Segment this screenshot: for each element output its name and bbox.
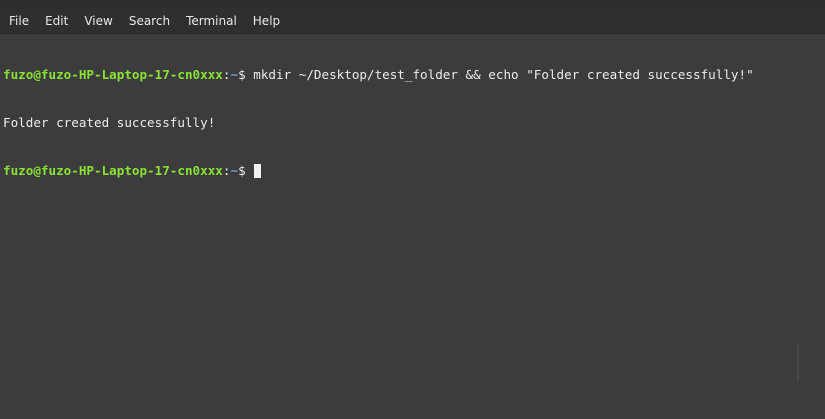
scrollbar[interactable] — [797, 345, 799, 381]
prompt-colon: : — [222, 67, 231, 82]
text-cursor — [254, 164, 262, 178]
prompt-user-host: fuzo@fuzo-HP-Laptop-17-cn0xxx — [3, 163, 223, 178]
menu-edit[interactable]: Edit — [38, 8, 75, 34]
menu-view[interactable]: View — [77, 8, 119, 34]
prompt-path: ~ — [230, 163, 239, 178]
prompt-symbol: $ — [238, 163, 254, 178]
prompt-path: ~ — [230, 67, 239, 82]
output-line: Folder created successfully! — [3, 115, 795, 131]
terminal-output-area[interactable]: fuzo@fuzo-HP-Laptop-17-cn0xxx: ~ $ mkdir ~… — [3, 35, 795, 419]
prompt-user-host: fuzo@fuzo-HP-Laptop-17-cn0xxx — [3, 67, 223, 82]
menu-help[interactable]: Help — [246, 8, 287, 34]
command-line: fuzo@fuzo-HP-Laptop-17-cn0xxx: ~ $ mkdir ~… — [3, 67, 795, 83]
menu-search[interactable]: Search — [122, 8, 177, 34]
prompt-colon: : — [222, 163, 231, 178]
command-text: mkdir ~/Desktop/test_folder && echo "Fol… — [253, 67, 754, 82]
terminal-window: File Edit View Search Terminal Help fuzo… — [0, 0, 825, 419]
menu-file[interactable]: File — [2, 8, 36, 34]
prompt-symbol: $ — [238, 67, 254, 82]
menu-bar: File Edit View Search Terminal Help — [0, 8, 825, 34]
menu-terminal[interactable]: Terminal — [179, 8, 244, 34]
active-prompt-line: fuzo@fuzo-HP-Laptop-17-cn0xxx: ~ $ — [3, 163, 795, 179]
command-output: Folder created successfully! — [3, 115, 216, 130]
